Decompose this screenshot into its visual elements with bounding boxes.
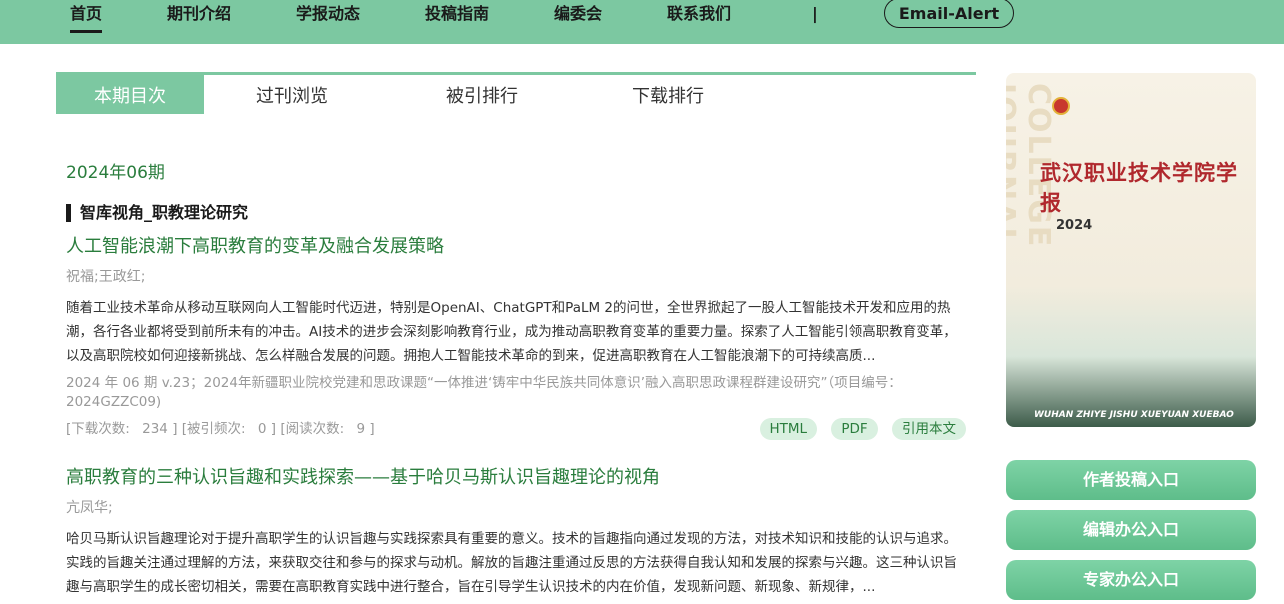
nav-separator: | [812, 4, 818, 23]
nav-submission-guide[interactable]: 投稿指南 [425, 4, 489, 24]
cover-bottom-text: WUHAN ZHIYE JISHU XUEYUAN XUEBAO [1034, 410, 1234, 420]
nav-journal-intro[interactable]: 期刊介绍 [167, 4, 231, 24]
article-authors: 祝福;王政红; [66, 269, 146, 285]
email-alert-button[interactable]: Email-Alert [884, 0, 1014, 28]
tab-past-issues[interactable]: 过刊浏览 [242, 75, 342, 114]
nav-contact[interactable]: 联系我们 [667, 4, 731, 24]
tab-citation-ranking[interactable]: 被引排行 [432, 75, 532, 114]
journal-cover-image[interactable]: COLLEGE JOURNAL 武汉职业技术学院学报 2024 WUHAN ZH… [1006, 73, 1256, 427]
tab-current-issue[interactable]: 本期目次 [56, 75, 204, 114]
nav-editorial-board[interactable]: 编委会 [554, 4, 602, 24]
expert-office-button[interactable]: 专家办公入口 [1006, 560, 1256, 600]
article-stats: [下载次数: 234 ] [被引频次: 0 ] [阅读次数: 9 ] HTML … [66, 418, 966, 440]
article-abstract: 随着工业技术革命从移动互联网向人工智能时代迈进，特别是OpenAI、ChatGP… [66, 300, 957, 364]
editor-office-button[interactable]: 编辑办公入口 [1006, 510, 1256, 550]
article-abstract: 哈贝马斯认识旨趣理论对于提升高职学生的认识旨趣与实践探索具有重要的意义。技术的旨… [66, 531, 957, 595]
cover-title: 武汉职业技术学院学报 [1040, 161, 1238, 215]
cover-year: 2024 [1056, 218, 1093, 233]
nav-home[interactable]: 首页 [70, 4, 103, 33]
author-submission-button[interactable]: 作者投稿入口 [1006, 460, 1256, 500]
reads-label: ] [阅读次数: [270, 421, 345, 437]
issue-title: 2024年06期 [66, 163, 165, 183]
article-title[interactable]: 人工智能浪潮下高职教育的变革及融合发展策略 [66, 235, 966, 259]
pdf-button[interactable]: PDF [831, 418, 878, 440]
citations-count: 0 [257, 421, 267, 437]
nav-news[interactable]: 学报动态 [296, 4, 360, 24]
citations-label: ] [被引频次: [172, 421, 246, 437]
cover-vertical-text: COLLEGE JOURNAL [1006, 83, 1056, 249]
article-meta: 2024 年 06 期 v.23；2024年新疆职业院校党建和思政课题“一体推进… [66, 375, 902, 410]
section-heading: 智库视角_职教理论研究 [66, 204, 248, 222]
reads-count: 9 [356, 421, 366, 437]
cite-button[interactable]: 引用本文 [892, 418, 966, 440]
article-authors: 亢凤华; [66, 500, 113, 516]
cover-emblem-icon [1052, 97, 1070, 115]
downloads-label: [下载次数: [66, 421, 130, 437]
article-item: 高职教育的三种认识旨趣和实践探索——基于哈贝马斯认识旨趣理论的视角 亢凤华; 哈… [66, 466, 966, 599]
issue-tabs: 本期目次 过刊浏览 被引排行 下载排行 [56, 72, 976, 117]
top-nav-bar: 首页 期刊介绍 学报动态 投稿指南 编委会 联系我们 | Email-Alert [0, 0, 1284, 44]
tab-download-ranking[interactable]: 下载排行 [618, 75, 718, 114]
article-title[interactable]: 高职教育的三种认识旨趣和实践探索——基于哈贝马斯认识旨趣理论的视角 [66, 466, 966, 490]
downloads-count: 234 [142, 421, 168, 437]
article-item: 人工智能浪潮下高职教育的变革及融合发展策略 祝福;王政红; 随着工业技术革命从移… [66, 235, 966, 440]
stats-end-bracket: ] [369, 421, 375, 437]
html-button[interactable]: HTML [759, 418, 818, 440]
article-actions: HTML PDF 引用本文 [750, 418, 966, 440]
